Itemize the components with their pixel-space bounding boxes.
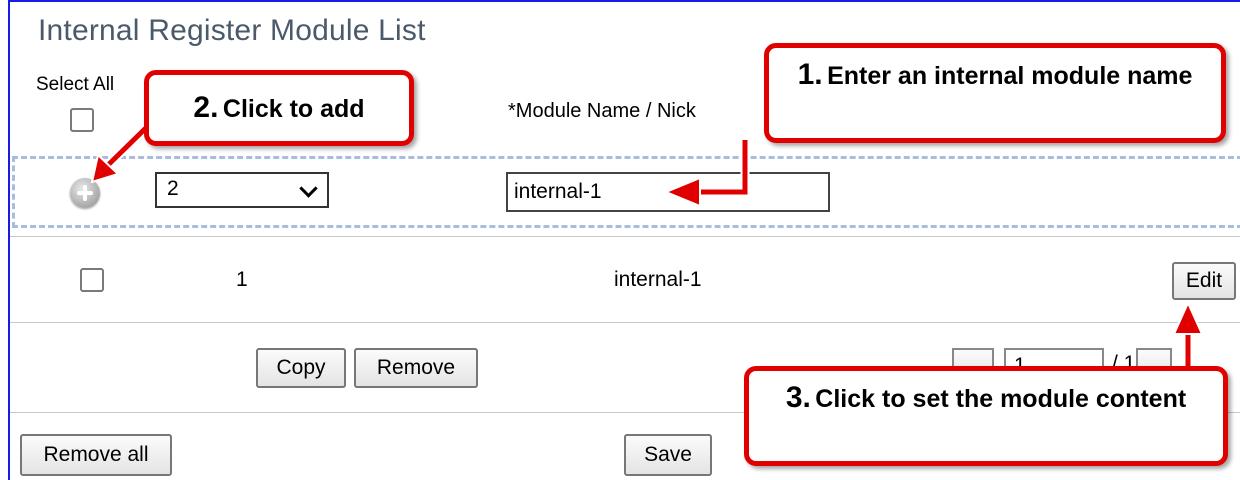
arrowhead-1-icon [663, 176, 701, 208]
callout-3-text: Click to set the module content [815, 385, 1187, 413]
callout-3: 3. Click to set the module content [744, 366, 1228, 466]
callout-2-text: Click to add [222, 95, 365, 123]
callout-3-number: 3. [785, 381, 811, 414]
callout-2: 2. Click to add [144, 70, 414, 146]
callout-2-number: 2. [193, 91, 219, 124]
callout-1-number: 1. [797, 58, 823, 91]
arrow-1 [695, 140, 748, 195]
callout-1-text: Enter an internal module name [827, 62, 1193, 90]
callout-1: 1. Enter an internal module name [764, 43, 1226, 143]
arrowhead-3-icon [1172, 300, 1204, 335]
